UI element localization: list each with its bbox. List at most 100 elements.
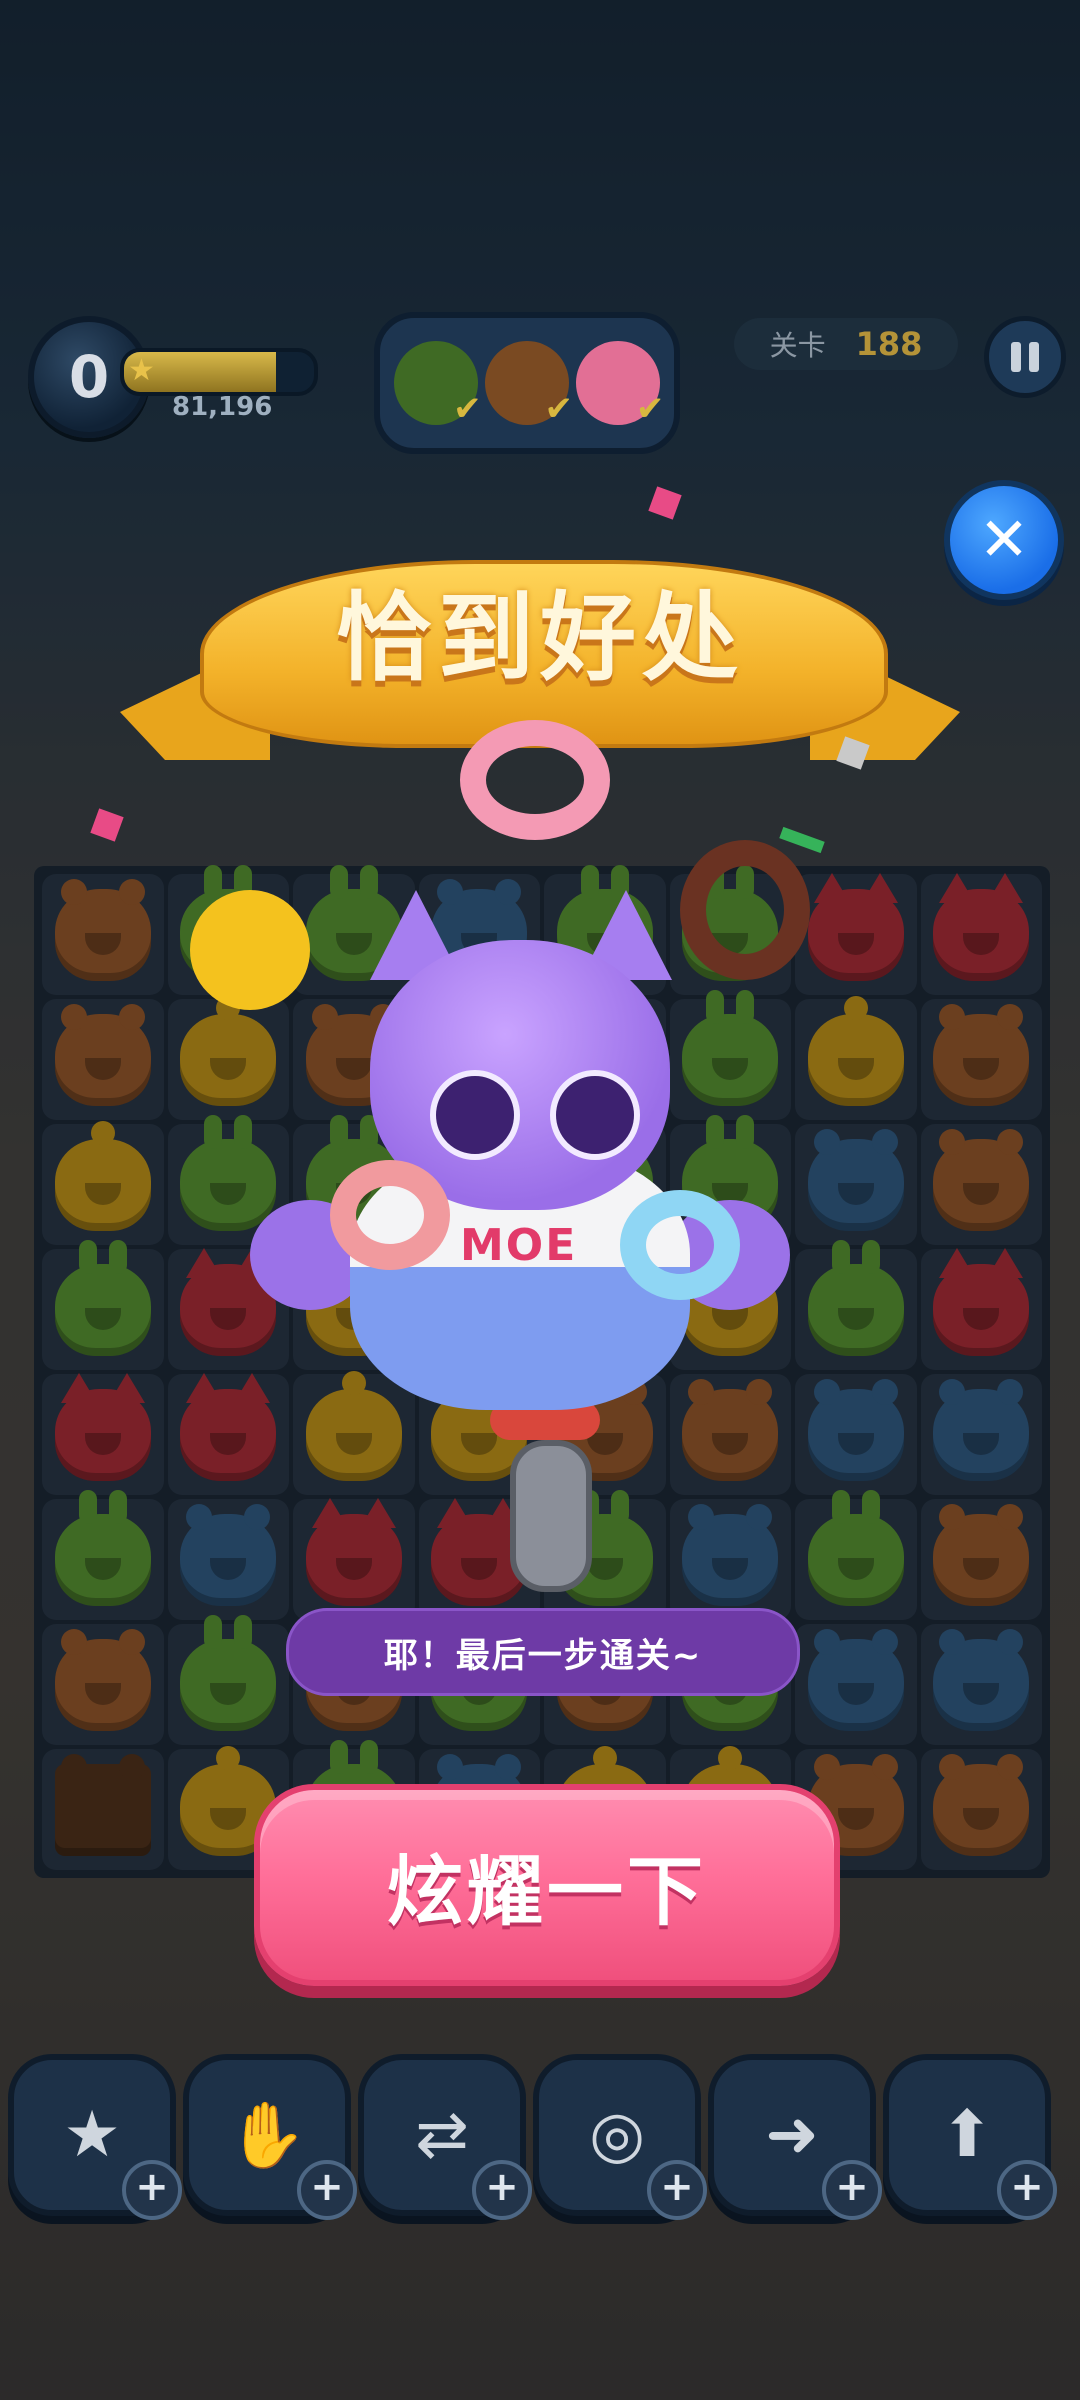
board-cell[interactable]: [167, 1247, 289, 1370]
booster-bar: ★ + ✋ + ⇄ + ◎ + ➜ + ⬆ +: [8, 2054, 1080, 2220]
board-cell[interactable]: [920, 999, 1042, 1120]
board-cell[interactable]: [795, 872, 917, 995]
board-cell[interactable]: [42, 1372, 164, 1495]
board-cell[interactable]: [544, 864, 666, 995]
tile-face: [712, 1057, 749, 1080]
board-cell[interactable]: [920, 1749, 1042, 1870]
game-board[interactable]: [34, 864, 1050, 1878]
fox-tile-icon: [180, 1372, 277, 1481]
choc-tile-icon: [54, 1753, 151, 1856]
board-cell[interactable]: [544, 989, 666, 1120]
fox-tile-icon: [180, 1247, 277, 1356]
tile-face: [335, 932, 372, 955]
board-cell[interactable]: [795, 1374, 917, 1495]
board-cell[interactable]: [920, 1124, 1042, 1245]
board-cell[interactable]: [669, 1114, 791, 1245]
board-cell[interactable]: [920, 872, 1042, 995]
board-cell[interactable]: [544, 1114, 666, 1245]
board-cell[interactable]: [795, 1624, 917, 1745]
booster-swap-button[interactable]: ⇄ +: [358, 2054, 532, 2220]
board-cell[interactable]: [42, 1624, 164, 1745]
board-cell[interactable]: [544, 1374, 666, 1495]
board-cell[interactable]: [669, 864, 791, 995]
score-points: 81,196: [172, 392, 273, 422]
mouse-tile-icon: [933, 1378, 1030, 1481]
add-booster-icon[interactable]: +: [472, 2160, 532, 2220]
board-cell[interactable]: [795, 1124, 917, 1245]
confetti-piece: [90, 808, 124, 842]
add-booster-icon[interactable]: +: [297, 2160, 357, 2220]
board-cell[interactable]: [293, 1497, 415, 1620]
add-booster-icon[interactable]: +: [997, 2160, 1057, 2220]
board-cell[interactable]: [293, 999, 415, 1120]
board-cell[interactable]: [920, 1374, 1042, 1495]
board-cell[interactable]: [293, 1370, 415, 1495]
board-cell[interactable]: [42, 1239, 164, 1370]
board-cell[interactable]: [167, 1114, 289, 1245]
chick-tile-icon: [180, 995, 277, 1106]
board-cell[interactable]: [418, 1124, 540, 1245]
board-cell[interactable]: [920, 1499, 1042, 1620]
board-cell[interactable]: [293, 864, 415, 995]
check-icon: ✔: [544, 389, 573, 429]
booster-star-wand-button[interactable]: ★ +: [8, 2054, 182, 2220]
booster-rocket-right-button[interactable]: ➜ +: [708, 2054, 882, 2220]
pause-button[interactable]: [984, 316, 1066, 398]
tile-face: [461, 1307, 498, 1330]
board-cell[interactable]: [167, 1499, 289, 1620]
bear-tile-icon: [305, 1003, 402, 1106]
booster-glove-x3-button[interactable]: ✋ +: [183, 2054, 357, 2220]
goal-donut-icon: ✔: [576, 341, 664, 429]
board-cell[interactable]: [418, 1370, 540, 1495]
board-cell[interactable]: [418, 1239, 540, 1370]
board-cell[interactable]: [795, 1489, 917, 1620]
board-cell[interactable]: [293, 1245, 415, 1370]
board-cell[interactable]: [293, 1114, 415, 1245]
board-cell[interactable]: [920, 1624, 1042, 1745]
booster-rocket-up-button[interactable]: ⬆ +: [883, 2054, 1057, 2220]
board-cell[interactable]: [669, 989, 791, 1120]
board-cell[interactable]: [42, 1489, 164, 1620]
mouse-tile-icon: [682, 1503, 779, 1606]
bear-tile-icon: [933, 1503, 1030, 1606]
board-cell[interactable]: [42, 874, 164, 995]
board-cell[interactable]: [167, 1372, 289, 1495]
board-cell[interactable]: [42, 999, 164, 1120]
board-cell[interactable]: [418, 999, 540, 1120]
tile-face: [837, 932, 874, 955]
mouse-tile-icon: [180, 1503, 277, 1606]
level-number: 188: [855, 325, 923, 363]
board-cell[interactable]: [544, 1239, 666, 1370]
rocket-right-icon: ➜: [765, 2098, 819, 2172]
goggles-icon: ◎: [589, 2098, 645, 2172]
board-cell[interactable]: [669, 1499, 791, 1620]
add-booster-icon[interactable]: +: [822, 2160, 882, 2220]
board-cell[interactable]: [669, 1374, 791, 1495]
board-cell[interactable]: [167, 995, 289, 1120]
tile-face: [210, 1182, 247, 1205]
board-cell[interactable]: [795, 1239, 917, 1370]
tile-face: [712, 1432, 749, 1455]
board-cell[interactable]: [418, 874, 540, 995]
board-cell[interactable]: [544, 1489, 666, 1620]
board-cell[interactable]: [167, 1614, 289, 1745]
board-cell[interactable]: [669, 1245, 791, 1370]
booster-goggles-button[interactable]: ◎ +: [533, 2054, 707, 2220]
board-cell[interactable]: [42, 1749, 164, 1870]
tile-face: [210, 1807, 247, 1830]
board-cell[interactable]: [167, 864, 289, 995]
close-button[interactable]: ✕: [944, 480, 1064, 600]
add-booster-icon[interactable]: +: [122, 2160, 182, 2220]
add-booster-icon[interactable]: +: [647, 2160, 707, 2220]
board-cell[interactable]: [795, 995, 917, 1120]
star-icon: ★: [128, 353, 155, 388]
tile-face: [712, 1557, 749, 1580]
board-cell[interactable]: [42, 1120, 164, 1245]
board-cell[interactable]: [920, 1247, 1042, 1370]
show-off-button[interactable]: 炫耀一下: [254, 1784, 840, 1986]
rabbit-tile-icon: [682, 989, 779, 1106]
bear-tile-icon: [54, 1003, 151, 1106]
board-cell[interactable]: [418, 1497, 540, 1620]
check-icon: ✔: [453, 389, 482, 429]
fox-tile-icon: [807, 872, 904, 981]
